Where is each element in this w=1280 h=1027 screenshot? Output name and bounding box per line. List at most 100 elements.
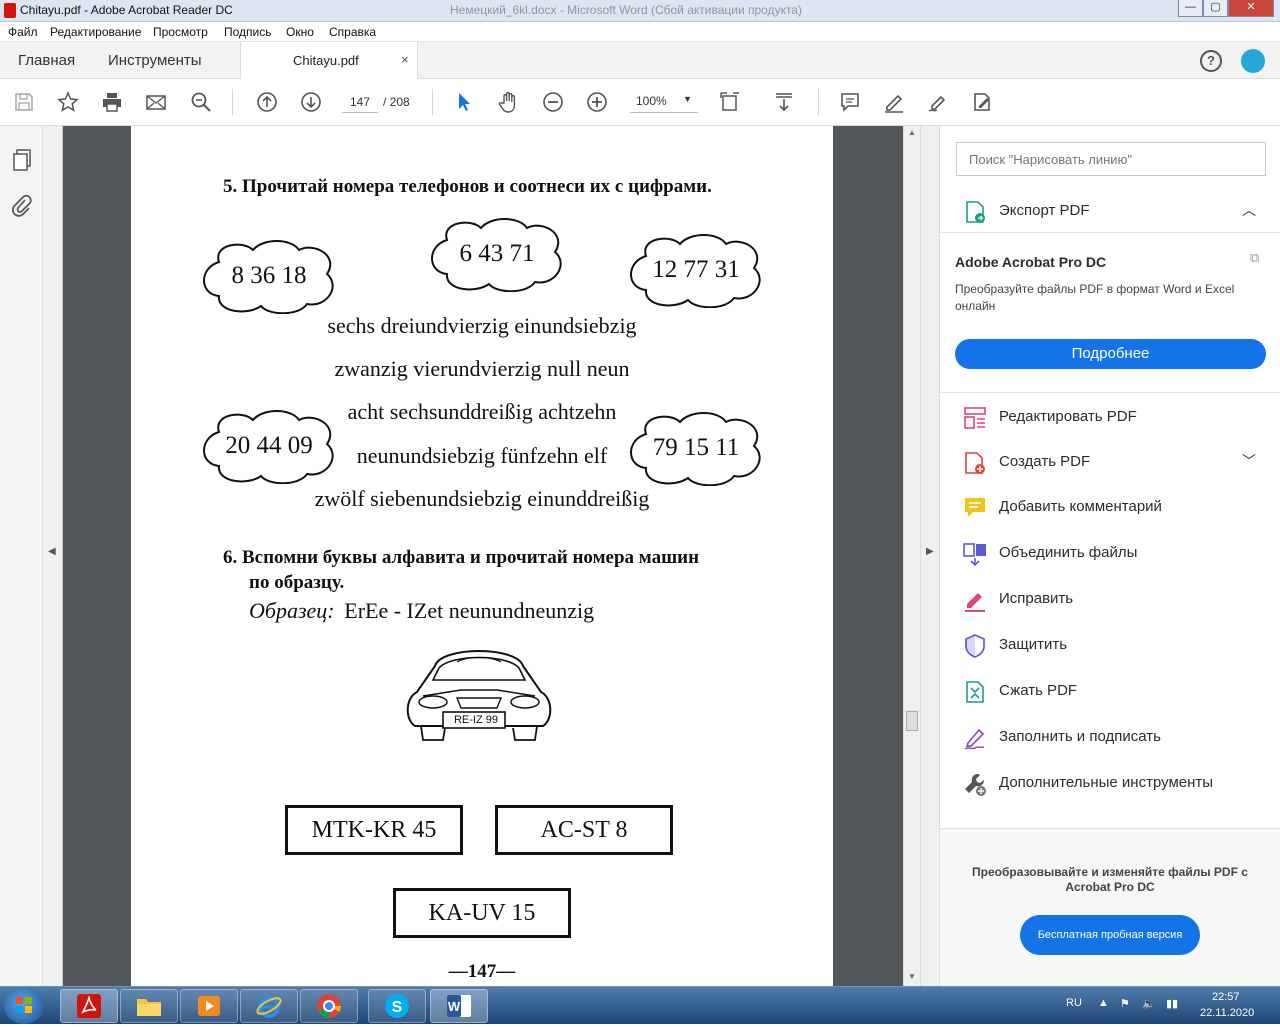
select-cursor-icon[interactable] [452, 90, 476, 114]
page-thumbnails-icon[interactable] [11, 148, 33, 172]
tab-document[interactable]: Chitayu.pdf × [240, 42, 418, 79]
tools-search-input[interactable] [956, 142, 1266, 176]
hand-tool-icon[interactable] [497, 90, 521, 114]
window-title: Chitayu.pdf - Adobe Acrobat Reader DC [20, 3, 233, 17]
highlight-pen-icon[interactable] [882, 90, 906, 114]
close-tab-icon[interactable]: × [401, 52, 409, 67]
previous-page-icon[interactable] [255, 90, 279, 114]
tab-document-label: Chitayu.pdf [293, 53, 359, 68]
minimize-button[interactable]: — [1178, 0, 1203, 17]
comment-icon[interactable] [838, 90, 862, 114]
bookmark-star-icon[interactable] [56, 90, 80, 114]
tab-home[interactable]: Главная [18, 52, 75, 69]
compress-pdf-tool[interactable]: Сжать PDF [962, 676, 1262, 706]
close-window-button[interactable]: ✕ [1228, 0, 1274, 17]
fill-sign-pen-icon [964, 728, 985, 750]
email-icon[interactable] [144, 90, 168, 114]
zoom-out-icon[interactable] [541, 90, 565, 114]
taskbar-ie-icon[interactable] [240, 989, 298, 1023]
menu-sign[interactable]: Подпись [224, 25, 272, 39]
vertical-scrollbar[interactable]: ▲ ▼ [903, 126, 920, 986]
exercise-5-title: 5. Прочитай номера телефонов и соотнеси … [223, 176, 712, 197]
page-fit-icon[interactable] [718, 90, 742, 114]
edit-pdf-tool[interactable]: Редактировать PDF [962, 402, 1262, 432]
start-button[interactable] [4, 988, 44, 1024]
taskbar-chrome-icon[interactable] [300, 989, 358, 1023]
flag-icon[interactable]: ⚑ [1120, 997, 1130, 1010]
add-comment-tool[interactable]: Добавить комментарий [962, 492, 1262, 522]
menu-help[interactable]: Справка [329, 25, 376, 39]
attachments-paperclip-icon[interactable] [11, 194, 33, 218]
volume-icon[interactable]: 🔈 [1142, 997, 1156, 1010]
account-avatar[interactable] [1241, 49, 1265, 73]
maximize-button[interactable]: ▢ [1203, 0, 1228, 17]
chevron-up-icon[interactable]: ︿ [1242, 200, 1256, 220]
more-tools-tool[interactable]: Дополнительные инструменты [962, 768, 1262, 798]
right-tools-panel: Экспорт PDF ︿ Adobe Acrobat Pro DC ⧉ Пре… [939, 126, 1280, 986]
export-pdf-tool[interactable]: Экспорт PDF ︿ [962, 196, 1262, 226]
language-indicator[interactable]: RU [1066, 997, 1082, 1009]
create-pdf-label: Создать PDF [999, 453, 1091, 470]
svg-text:S: S [392, 999, 403, 1016]
taskbar-media-player-icon[interactable] [180, 989, 238, 1023]
tray-expand-icon[interactable]: ▲ [1098, 997, 1109, 1009]
phone-number-text: 8 36 18 [231, 262, 307, 289]
scroll-down-icon[interactable]: ▼ [908, 972, 916, 981]
zoom-in-icon[interactable] [585, 90, 609, 114]
sample-line: Образец: ErEe - IZet neunundneunzig [249, 598, 594, 624]
fill-and-sign-tool[interactable]: Заполнить и подписать [962, 722, 1262, 752]
sample-label: Образец: [249, 598, 335, 623]
learn-more-button[interactable]: Подробнее [955, 339, 1266, 369]
draw-sign-icon[interactable] [926, 90, 950, 114]
phone-number-text: 79 15 11 [652, 434, 740, 461]
title-bar: Chitayu.pdf - Adobe Acrobat Reader DC Не… [0, 0, 1280, 22]
save-icon[interactable] [12, 90, 36, 114]
menu-file[interactable]: Файл [8, 25, 38, 39]
combine-files-tool[interactable]: Объединить файлы [962, 538, 1262, 568]
document-viewer[interactable]: ◀ 5. Прочитай номера телефонов и соотнес… [43, 126, 920, 986]
menu-bar: Файл Редактирование Просмотр Подпись Окн… [0, 22, 1280, 42]
compress-pdf-icon [966, 681, 984, 703]
page-number-input[interactable] [342, 91, 378, 113]
license-plate: KA-UV 15 [393, 888, 571, 938]
toolbar-separator [232, 89, 233, 115]
menu-window[interactable]: Окно [286, 25, 314, 39]
redact-label: Исправить [999, 590, 1074, 607]
create-pdf-tool[interactable]: Создать PDF ﹀ [962, 447, 1262, 477]
left-panel-toggle[interactable]: ◀ [43, 126, 63, 986]
tab-tools[interactable]: Инструменты [108, 52, 202, 69]
menu-edit[interactable]: Редактирование [50, 25, 141, 39]
toolbar-separator [432, 89, 433, 115]
svg-text:W: W [448, 999, 461, 1014]
scroll-mode-icon[interactable] [772, 90, 796, 114]
copy-icon[interactable]: ⧉ [1250, 250, 1259, 266]
protect-label: Защитить [999, 636, 1068, 653]
phone-number-text: 6 43 71 [459, 240, 535, 267]
network-icon[interactable]: ▮▮ [1166, 997, 1178, 1010]
scrollbar-thumb[interactable] [906, 711, 918, 731]
zoom-search-icon[interactable] [189, 90, 213, 114]
scroll-up-icon[interactable]: ▲ [908, 128, 916, 137]
phone-number-text: 20 44 09 [225, 432, 313, 459]
menu-view[interactable]: Просмотр [153, 25, 208, 39]
redact-tool[interactable]: Исправить [962, 584, 1262, 614]
print-icon[interactable] [100, 90, 124, 114]
right-panel-toggle[interactable]: ▶ [920, 126, 939, 986]
taskbar-explorer-icon[interactable] [120, 989, 178, 1023]
chevron-down-icon[interactable]: ﹀ [1242, 451, 1256, 471]
free-trial-button[interactable]: Бесплатная пробная версия [1020, 915, 1200, 955]
promo-footer: Преобразовывайте и изменяйте файлы PDF с… [940, 828, 1280, 986]
phone-cloud: 6 43 71 [427, 216, 567, 292]
taskbar-word-icon[interactable]: W [430, 989, 488, 1023]
taskbar-acrobat-icon[interactable] [60, 989, 118, 1023]
license-plate: MTK-KR 45 [285, 805, 463, 855]
exercise-6-title-continued: по образцу. [249, 572, 345, 593]
taskbar-skype-icon[interactable]: S [368, 989, 426, 1023]
help-icon[interactable]: ? [1200, 50, 1222, 72]
zoom-level-dropdown[interactable]: 100% ▼ [630, 91, 698, 113]
protect-tool[interactable]: Защитить [962, 630, 1262, 660]
next-page-icon[interactable] [299, 90, 323, 114]
fill-sign-icon[interactable] [970, 90, 994, 114]
edit-pdf-icon [964, 407, 986, 429]
exercise-6-title: 6. Вспомни буквы алфавита и прочитай ном… [223, 547, 700, 568]
